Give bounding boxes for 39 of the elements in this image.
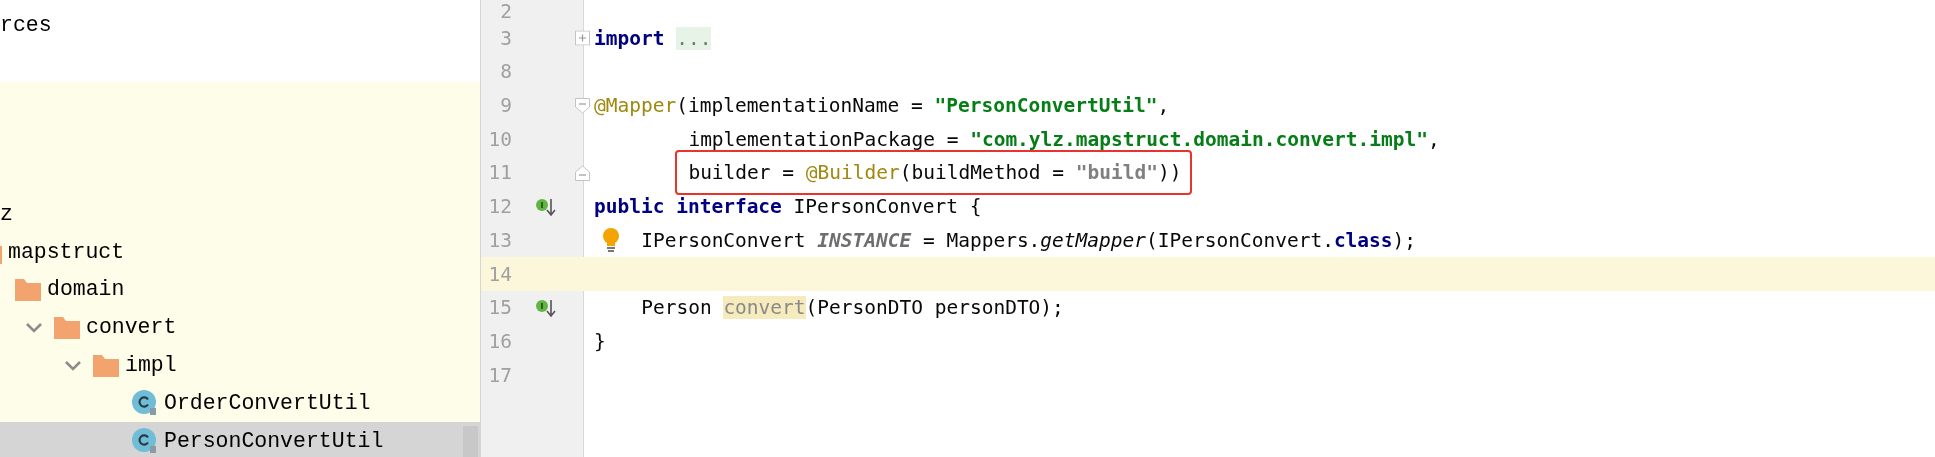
line-number: 14 — [487, 262, 512, 286]
fold-expand-icon[interactable] — [575, 30, 590, 46]
implemented-arrow-icon — [536, 297, 556, 318]
tree-item[interactable]: z — [0, 195, 480, 233]
fold-collapse-icon[interactable] — [575, 97, 590, 114]
tree-item[interactable]: mapstruct — [0, 232, 480, 271]
code-line: builder = @Builder(buildMethod = "build")) — [688, 161, 1182, 185]
class-icon — [132, 427, 158, 454]
line-number: 11 — [487, 161, 512, 185]
line-number: 16 — [487, 329, 512, 353]
line-number: 15 — [487, 296, 512, 320]
tree-item[interactable]: OrderConvertUtil — [0, 383, 480, 422]
code-line: Person convert(PersonDTO personDTO); — [641, 296, 1064, 320]
tree-item[interactable]: convert — [0, 308, 480, 347]
line-number: 17 — [487, 363, 512, 387]
folder-icon — [15, 277, 41, 302]
folder-icon — [54, 315, 80, 340]
implemented-arrow-icon — [536, 196, 556, 217]
line-number: 9 — [499, 94, 512, 118]
line-number: 8 — [499, 60, 512, 84]
tree-item[interactable]: impl — [0, 346, 480, 384]
line-number: 13 — [487, 228, 512, 252]
code-line: IPersonConvert INSTANCE = Mappers.getMapper(IPersonConvert.class); — [641, 228, 1417, 252]
lightbulb-icon[interactable] — [600, 227, 622, 254]
tree-item[interactable]: domain — [0, 270, 480, 309]
code-line: @Mapper(implementationName = "PersonConvertUtil", — [594, 94, 1170, 118]
folder-icon — [93, 353, 119, 378]
code-line: } — [594, 329, 606, 353]
line-number: 10 — [487, 127, 512, 151]
tree-item[interactable]: rces — [0, 6, 480, 44]
class-icon — [132, 389, 158, 416]
tree-item[interactable]: PersonConvertUtil — [0, 421, 480, 457]
line-number: 3 — [499, 26, 512, 50]
code-line: import ... — [594, 26, 712, 50]
line-number: 12 — [487, 195, 512, 219]
code-line: implementationPackage = "com.ylz.mapstruct.domain.convert.impl", — [688, 127, 1440, 151]
code-line: public interface IPersonConvert { — [594, 195, 982, 219]
line-number: 2 — [499, 3, 512, 22]
fold-end-icon[interactable] — [575, 165, 590, 181]
